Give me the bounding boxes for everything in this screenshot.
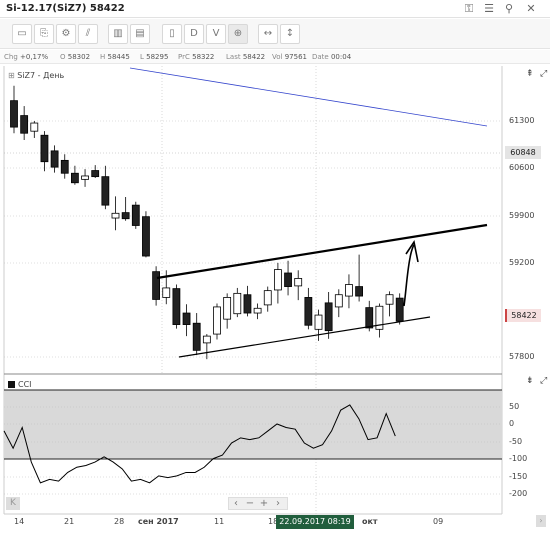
candle-body[interactable]	[10, 100, 18, 128]
pan-right-button[interactable]: ›	[271, 498, 285, 509]
cursor-time-label: 22.09.2017 08:19	[276, 515, 354, 529]
candle-body[interactable]	[91, 170, 100, 178]
cci-tick-label: 0	[509, 419, 515, 428]
cci-legend-label: CCI	[18, 380, 32, 389]
cci-expand-icon[interactable]: ⤢	[540, 376, 547, 386]
candle-body[interactable]	[60, 159, 69, 174]
cci-tick-label: -50	[509, 437, 523, 446]
price-tag-last: 58422	[505, 309, 541, 322]
cci-tick-label: -200	[509, 489, 528, 498]
price-tick-label: 59200	[509, 258, 535, 267]
candle-body[interactable]	[131, 204, 140, 226]
forecast-arrow	[403, 244, 415, 307]
candle-body[interactable]	[345, 284, 353, 297]
candle-body[interactable]	[111, 212, 120, 219]
candle-body[interactable]	[334, 294, 343, 308]
upper-channel-line[interactable]	[156, 223, 488, 280]
time-tick-label: 28	[114, 517, 125, 526]
candle-body[interactable]	[233, 292, 242, 315]
candle-body[interactable]	[172, 288, 181, 325]
candle-body[interactable]	[324, 302, 333, 332]
scroll-right-button[interactable]: ›	[536, 515, 546, 527]
move-up-icon[interactable]: ⇞	[526, 69, 534, 79]
candle-body[interactable]	[20, 115, 29, 134]
pan-left-button[interactable]: ‹	[229, 498, 243, 509]
pan-controls: ‹ − + ›	[228, 497, 288, 510]
blue-trend-line[interactable]	[129, 67, 488, 127]
candle-body[interactable]	[223, 297, 232, 320]
candle-body[interactable]	[304, 297, 313, 326]
price-tick-label: 60600	[509, 163, 535, 172]
candle-body[interactable]	[192, 322, 201, 351]
candle-body[interactable]	[314, 314, 323, 330]
main-legend-label: SiZ7 - День	[17, 71, 65, 80]
time-tick-label: 09	[433, 517, 444, 526]
candle-body[interactable]	[253, 307, 262, 314]
cci-tick-label: 50	[509, 402, 520, 411]
main-legend: ⊞ SiZ7 - День	[8, 71, 64, 80]
legend-menu-icon[interactable]: ⊞	[8, 71, 15, 80]
candle-body[interactable]	[71, 172, 79, 184]
candle-body[interactable]	[40, 134, 49, 163]
candle-body[interactable]	[213, 306, 221, 335]
candle-body[interactable]	[182, 312, 191, 325]
time-tick-label: 21	[64, 517, 75, 526]
cci-tick-label: -100	[509, 454, 528, 463]
cci-swatch	[8, 381, 15, 388]
candles	[10, 85, 404, 360]
scroll-left-button[interactable]: K	[6, 497, 20, 510]
candle-body[interactable]	[294, 278, 303, 287]
time-tick-label: окт	[362, 517, 378, 526]
zoom-in-button[interactable]: +	[257, 498, 271, 509]
candle-body[interactable]	[50, 150, 59, 168]
candle-body[interactable]	[243, 294, 252, 314]
chart-canvas[interactable]	[0, 0, 550, 533]
price-tag-level: 60848	[505, 146, 541, 159]
cci-legend: CCI	[8, 380, 32, 389]
candle-body[interactable]	[355, 286, 364, 297]
time-tick-label: 14	[14, 517, 25, 526]
candle-body[interactable]	[273, 269, 282, 291]
candle-body[interactable]	[81, 175, 89, 180]
time-tick-label: 11	[214, 517, 225, 526]
candle-body[interactable]	[101, 176, 110, 206]
cci-move-icon[interactable]: ⇟	[526, 376, 534, 386]
candle-body[interactable]	[152, 271, 161, 300]
candle-body[interactable]	[30, 122, 39, 132]
candle-body[interactable]	[385, 294, 394, 305]
expand-icon[interactable]: ⤢	[540, 69, 547, 79]
candle-body[interactable]	[121, 212, 130, 220]
candle-body[interactable]	[263, 290, 272, 306]
candle-body[interactable]	[162, 287, 171, 298]
price-tick-label: 59900	[509, 211, 535, 220]
candle-body[interactable]	[202, 335, 211, 344]
price-tick-label: 61300	[509, 116, 535, 125]
cci-tick-label: -150	[509, 472, 528, 481]
candle-body[interactable]	[395, 297, 404, 322]
time-tick-label: сен 2017	[138, 517, 179, 526]
candle-body[interactable]	[365, 307, 374, 329]
candle-body[interactable]	[142, 216, 150, 257]
cci-band	[4, 390, 502, 459]
price-tick-label: 57800	[509, 352, 535, 361]
zoom-out-button[interactable]: −	[243, 498, 257, 509]
candle-body[interactable]	[284, 272, 292, 287]
